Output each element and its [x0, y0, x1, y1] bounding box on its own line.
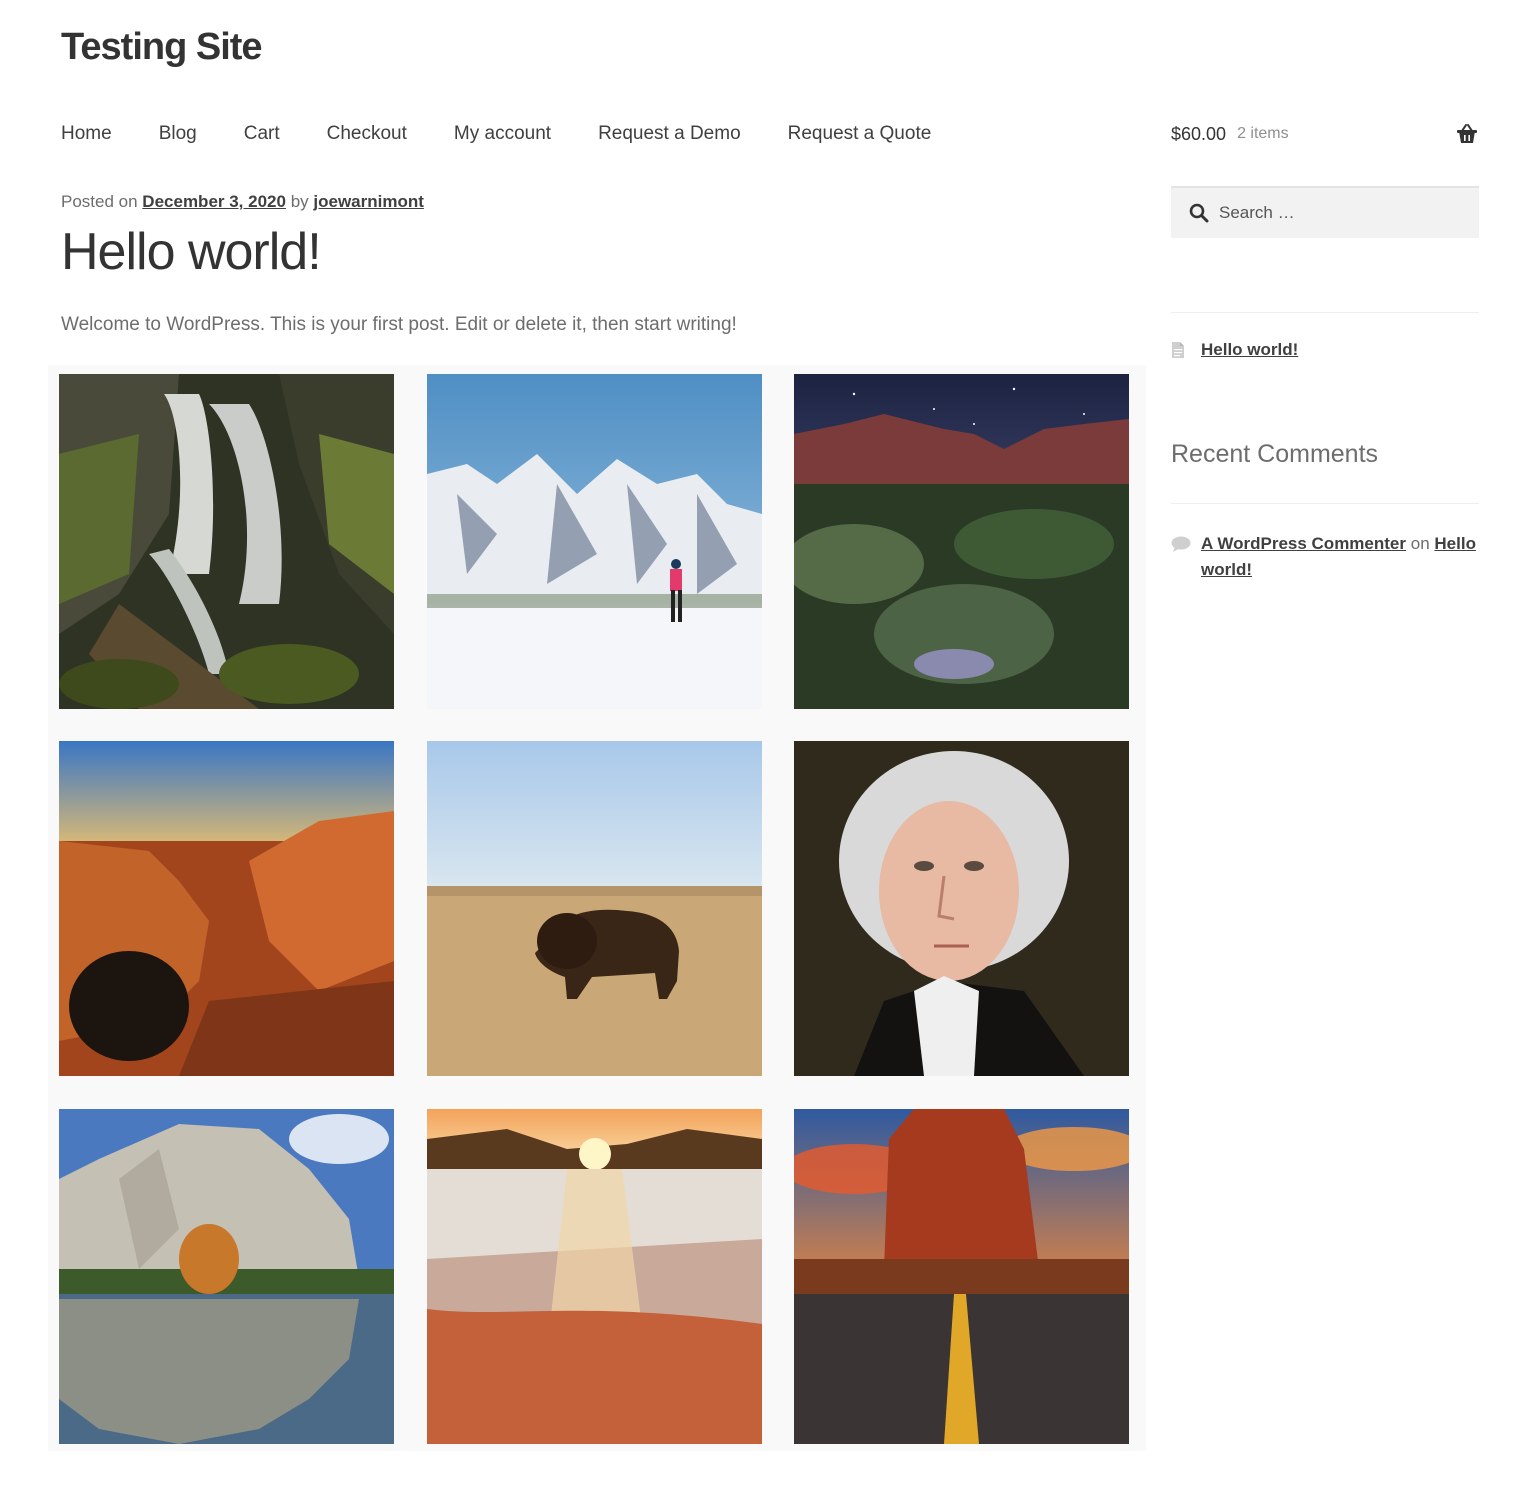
sidebar-divider: [1171, 312, 1479, 313]
recent-posts-widget: Hello world!: [1171, 340, 1298, 360]
recent-comment-item: A WordPress Commenter on Hello world!: [1171, 531, 1481, 583]
basket-icon[interactable]: [1455, 123, 1479, 145]
sidebar-divider: [1171, 503, 1479, 504]
post-date-link[interactable]: December 3, 2020: [142, 192, 286, 211]
gallery-image-red-rock-arch[interactable]: [59, 741, 394, 1076]
gallery-image-skier[interactable]: [427, 374, 762, 709]
comment-author-link[interactable]: A WordPress Commenter: [1201, 534, 1406, 553]
search-icon[interactable]: [1189, 203, 1209, 223]
post-meta: Posted on December 3, 2020 by joewarnimo…: [61, 192, 424, 212]
gallery-image-thermal-sunset[interactable]: [427, 1109, 762, 1444]
cart-amount: $60.00: [1171, 123, 1227, 144]
post-author-link[interactable]: joewarnimont: [313, 192, 424, 211]
gallery-image-desert-night[interactable]: [794, 374, 1129, 709]
gallery-image-el-capitan[interactable]: [59, 1109, 394, 1444]
primary-navigation: Home Blog Cart Checkout My account Reque…: [61, 118, 978, 150]
nav-checkout[interactable]: Checkout: [327, 118, 407, 150]
recent-post-link[interactable]: Hello world!: [1201, 340, 1298, 360]
cart-count: 2 items: [1237, 125, 1289, 142]
nav-my-account[interactable]: My account: [454, 118, 551, 150]
nav-request-quote[interactable]: Request a Quote: [788, 118, 932, 150]
search-form: [1171, 186, 1479, 238]
comment-on-label: on: [1410, 534, 1430, 553]
image-gallery: [48, 365, 1146, 1451]
nav-blog[interactable]: Blog: [159, 118, 197, 150]
header-cart[interactable]: $60.00 2 items: [1171, 118, 1479, 150]
meta-by: by: [290, 192, 309, 211]
gallery-image-red-tower-road[interactable]: [794, 1109, 1129, 1444]
gallery-image-washington-portrait[interactable]: [794, 741, 1129, 1076]
nav-home[interactable]: Home: [61, 118, 112, 150]
meta-prefix: Posted on: [61, 192, 138, 211]
gallery-image-waterfall[interactable]: [59, 374, 394, 709]
comment-bubble-icon: [1171, 536, 1191, 552]
gallery-image-bison[interactable]: [427, 741, 762, 1076]
recent-comments-title: Recent Comments: [1171, 440, 1379, 468]
nav-cart[interactable]: Cart: [244, 118, 280, 150]
post-title: Hello world!: [61, 223, 322, 281]
document-icon: [1172, 342, 1184, 358]
post-content: Welcome to WordPress. This is your first…: [61, 314, 737, 335]
site-title[interactable]: Testing Site: [61, 26, 263, 69]
nav-request-demo[interactable]: Request a Demo: [598, 118, 741, 150]
search-input[interactable]: [1219, 203, 1459, 223]
